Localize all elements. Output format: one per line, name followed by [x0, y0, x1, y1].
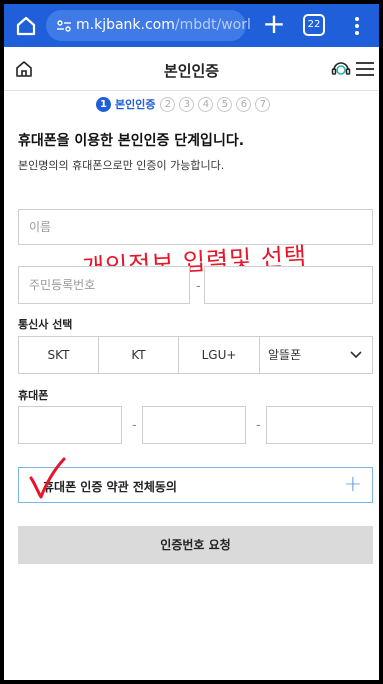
- section-headline: 휴대폰을 이용한 본인인증 단계입니다.: [18, 133, 245, 149]
- name-input[interactable]: [19, 210, 372, 244]
- phone-separator-2: -: [256, 418, 261, 433]
- resident-number-back-field: [204, 266, 373, 304]
- step-5: 5: [217, 96, 233, 112]
- menu-icon[interactable]: [356, 61, 374, 77]
- phone-part3-input[interactable]: [267, 407, 372, 443]
- carrier-mvno-select[interactable]: 알뜰폰: [259, 336, 373, 374]
- phone-screen: m.kjbank.com/mbdt/worl + 22 본인인증 1 본인인증: [4, 4, 379, 680]
- step-6: 6: [236, 96, 252, 112]
- resident-number-front-field: [18, 266, 190, 304]
- step-3: 3: [179, 96, 195, 112]
- resident-separator: -: [196, 279, 201, 294]
- step-4: 4: [198, 96, 214, 112]
- url-path: /mbdt/worl: [174, 17, 251, 33]
- carrier-kt-button[interactable]: KT: [98, 336, 179, 374]
- chevron-down-icon: [350, 351, 362, 359]
- browser-menu-icon[interactable]: [352, 14, 362, 38]
- tab-count-button[interactable]: 22: [303, 14, 325, 36]
- url-text: m.kjbank.com/mbdt/worl: [76, 17, 251, 33]
- step-indicator: 1 본인인증 2 3 4 5 6 7: [96, 96, 274, 112]
- carrier-selector: SKT KT LGU+ 알뜰폰: [18, 336, 373, 374]
- url-host: m.kjbank.com: [76, 17, 175, 33]
- customer-support-icon[interactable]: [330, 58, 352, 80]
- step-current-number: 1: [96, 96, 111, 112]
- name-field: [18, 209, 373, 245]
- phone-part1-field: [18, 406, 122, 444]
- carrier-label: 통신사 선택: [18, 318, 73, 331]
- phone-part3-field: [266, 406, 373, 444]
- step-2: 2: [160, 96, 176, 112]
- page-title: 본인인증: [163, 62, 220, 80]
- phone-part1-input[interactable]: [19, 407, 121, 443]
- carrier-skt-button[interactable]: SKT: [18, 336, 99, 374]
- phone-label: 휴대폰: [18, 389, 49, 402]
- expand-plus-icon[interactable]: +: [344, 472, 362, 497]
- phone-part2-input[interactable]: [143, 407, 245, 443]
- step-7: 7: [255, 96, 271, 112]
- phone-part2-field: [142, 406, 246, 444]
- agreement-toggle[interactable]: 휴대폰 인증 약관 전체동의 +: [18, 467, 373, 503]
- browser-toolbar: m.kjbank.com/mbdt/worl + 22: [4, 4, 379, 47]
- carrier-lgu-button[interactable]: LGU+: [178, 336, 260, 374]
- browser-home-icon[interactable]: [14, 14, 38, 38]
- app-header: 본인인증: [4, 47, 379, 91]
- resident-number-back-input[interactable]: [205, 267, 372, 303]
- resident-number-front-input[interactable]: [19, 267, 189, 303]
- phone-separator-1: -: [132, 418, 137, 433]
- handwritten-check-icon: [29, 457, 66, 499]
- request-code-button[interactable]: 인증번호 요청: [18, 526, 373, 564]
- address-bar[interactable]: m.kjbank.com/mbdt/worl: [46, 10, 251, 41]
- step-current-label: 본인인증: [115, 98, 156, 111]
- section-subtext: 본인명의의 휴대폰으로만 인증이 가능합니다.: [18, 159, 225, 172]
- site-settings-icon[interactable]: [56, 18, 72, 34]
- new-tab-icon[interactable]: +: [260, 10, 288, 39]
- carrier-mvno-value: 알뜰폰: [268, 348, 302, 362]
